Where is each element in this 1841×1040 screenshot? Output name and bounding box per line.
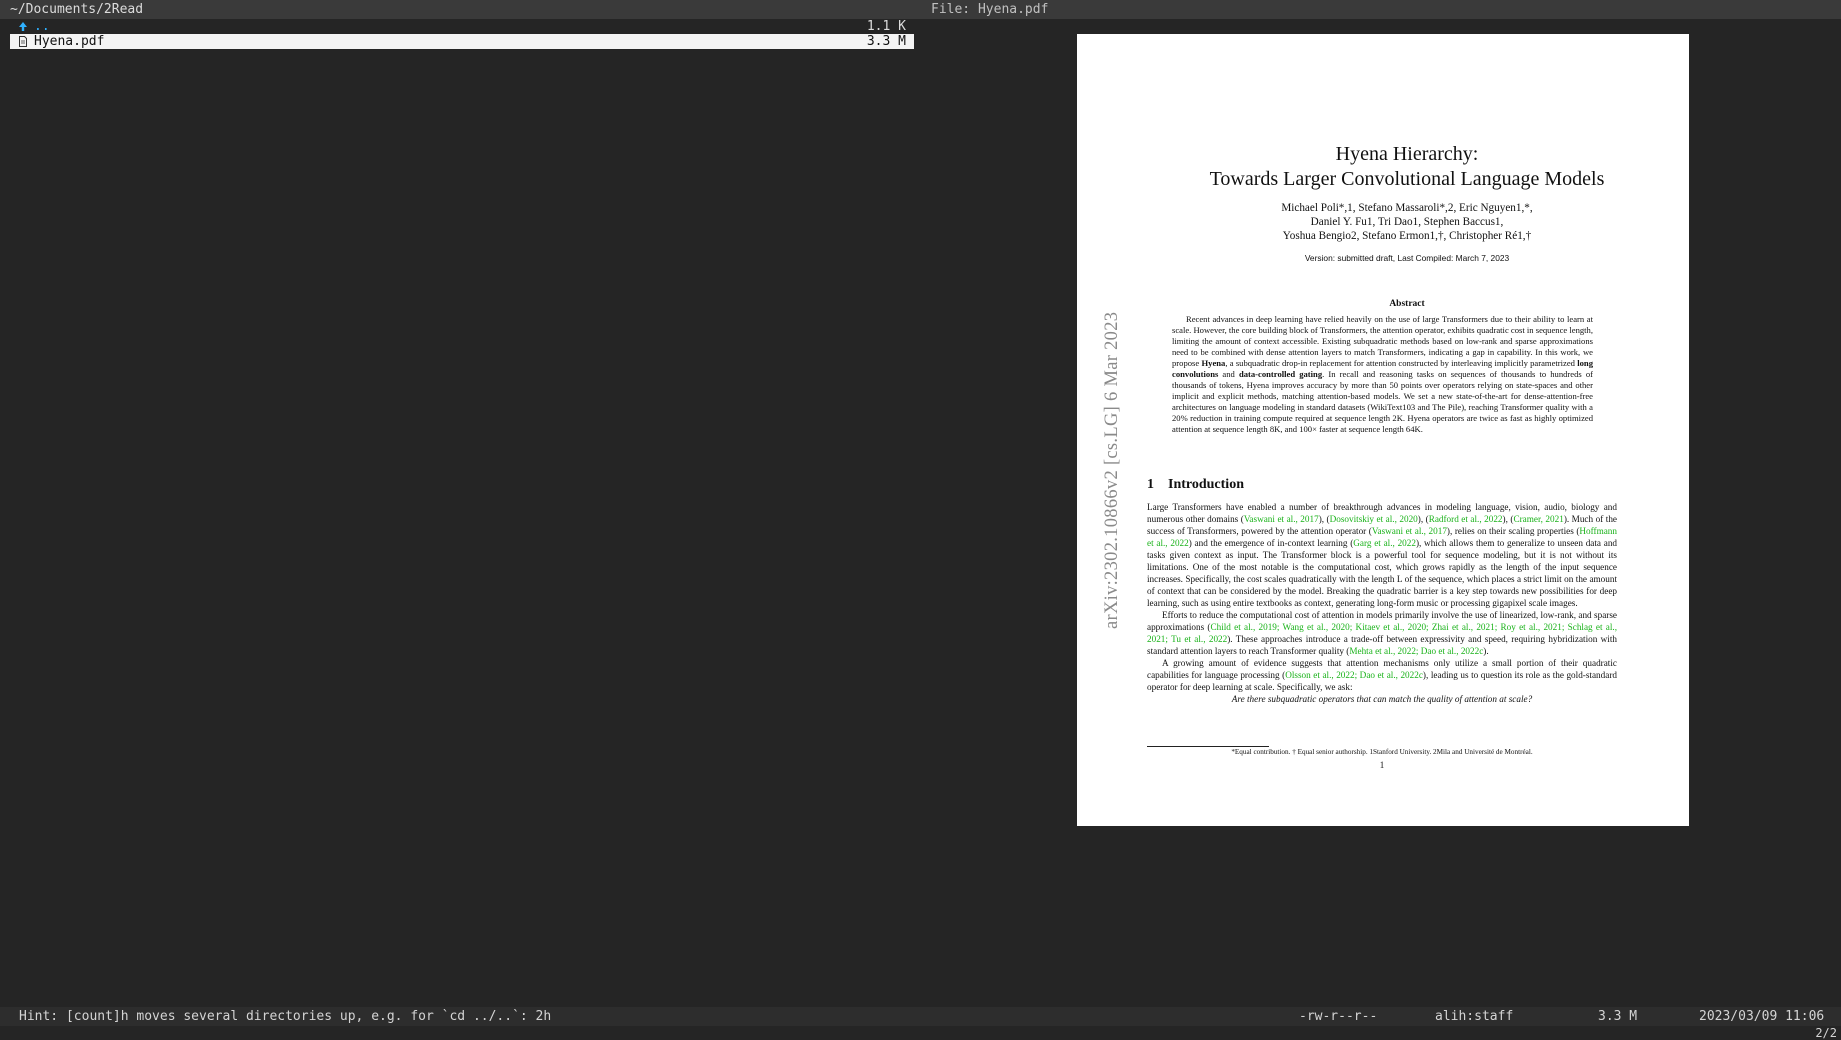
- file-list: .. 1.1 K Hyena.pdf 3.3 M: [10, 19, 914, 49]
- title-line: Hyena Hierarchy:: [1335, 143, 1479, 165]
- arxiv-stamp: arXiv:2302.10866v2 [cs.LG] 6 Mar 2023: [1102, 311, 1122, 629]
- file-size: 3.3 M: [866, 34, 906, 49]
- file-owner: alih:staff: [1435, 1009, 1514, 1024]
- preview-file-label: File: Hyena.pdf: [931, 2, 1049, 17]
- author-line: Yoshua Bengio2, Stefano Ermon1,†, Christ…: [1282, 230, 1532, 242]
- list-item-hyena-pdf[interactable]: Hyena.pdf 3.3 M: [10, 34, 914, 49]
- abstract-heading: Abstract: [1389, 299, 1425, 309]
- list-position: 2/2: [1815, 1026, 1837, 1040]
- abstract-body: Recent advances in deep learning have re…: [1172, 314, 1594, 434]
- title-bar: ~/Documents/2Read File: Hyena.pdf: [0, 0, 1841, 19]
- version-line: Version: submitted draft, Last Compiled:…: [1304, 253, 1510, 263]
- current-path: ~/Documents/2Read: [10, 2, 144, 17]
- section-heading: 1 Introduction: [1147, 477, 1244, 492]
- author-line: Michael Poli*,1, Stefano Massaroli*,2, E…: [1281, 202, 1533, 214]
- file-size-status: 3.3 M: [1598, 1009, 1638, 1024]
- file-size: 1.1 K: [866, 19, 906, 34]
- file-name: Hyena.pdf: [34, 34, 105, 49]
- file-permissions: -rw-r--r--: [1299, 1009, 1378, 1024]
- file-mtime: 2023/03/09 11:06: [1699, 1009, 1825, 1024]
- pdf-preview: arXiv:2302.10866v2 [cs.LG] 6 Mar 2023 Hy…: [1077, 34, 1689, 826]
- paper-authors: Michael Poli*,1, Stefano Massaroli*,2, E…: [1147, 201, 1667, 243]
- arrow-up-icon: [17, 19, 29, 34]
- footnote-rule: [1147, 746, 1269, 747]
- page-number: 1: [1379, 760, 1385, 770]
- paragraph: Large Transformers have enabled a number…: [1147, 502, 1618, 608]
- footnote: *Equal contribution. † Equal senior auth…: [1231, 748, 1533, 756]
- research-question: Are there subquadratic operators that ca…: [1231, 694, 1533, 704]
- status-bar: Hint: [count]h moves several directories…: [0, 1007, 1841, 1026]
- pdf-file-icon: [17, 34, 29, 49]
- paragraph: Efforts to reduce the computational cost…: [1147, 610, 1618, 656]
- introduction-body: Large Transformers have enabled a number…: [1147, 501, 1617, 705]
- file-name: ..: [34, 19, 50, 34]
- author-line: Daniel Y. Fu1, Tri Dao1, Stephen Baccus1…: [1310, 216, 1504, 228]
- paper-title: Hyena Hierarchy: Towards Larger Convolut…: [1147, 142, 1667, 192]
- list-item-parent-dir[interactable]: .. 1.1 K: [10, 19, 914, 34]
- paragraph: A growing amount of evidence suggests th…: [1147, 658, 1617, 692]
- title-line: Towards Larger Convolutional Language Mo…: [1209, 168, 1605, 190]
- hint-text: Hint: [count]h moves several directories…: [19, 1009, 552, 1024]
